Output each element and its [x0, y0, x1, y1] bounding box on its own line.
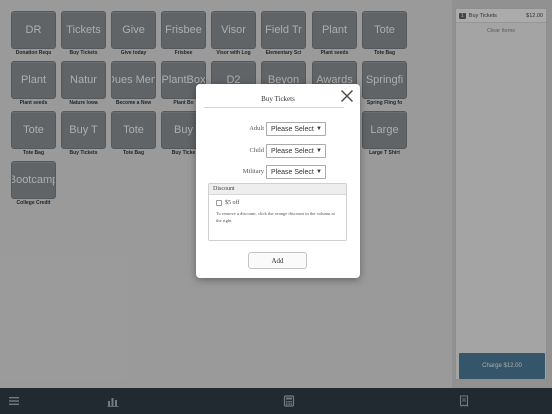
child-field-row: Child Please Select ▼	[196, 144, 360, 158]
adult-select-value: Please Select	[271, 125, 314, 133]
close-icon[interactable]	[339, 88, 355, 104]
adult-field-row: Adult Please Select ▼	[196, 122, 360, 136]
discount-option[interactable]: $5 off	[216, 200, 346, 206]
chevron-down-icon: ▼	[316, 148, 322, 154]
discount-heading: Discount	[209, 184, 346, 195]
adult-select[interactable]: Please Select ▼	[266, 122, 326, 136]
discount-option-label: $5 off	[225, 200, 240, 206]
buy-tickets-dialog: Buy Tickets Adult Please Select ▼ Child …	[196, 84, 360, 278]
child-select[interactable]: Please Select ▼	[266, 144, 326, 158]
military-field-row: Military Please Select ▼	[196, 165, 360, 179]
military-select[interactable]: Please Select ▼	[266, 165, 326, 179]
chevron-down-icon: ▼	[316, 126, 322, 132]
discount-note: To remove a discount, click the orange d…	[216, 211, 335, 223]
military-select-value: Please Select	[271, 168, 314, 176]
chevron-down-icon: ▼	[316, 169, 322, 175]
military-label: Military	[242, 168, 264, 175]
dialog-divider	[204, 107, 344, 108]
dialog-title: Buy Tickets	[261, 95, 295, 103]
add-button[interactable]: Add	[248, 252, 307, 269]
child-label: Child	[249, 147, 264, 154]
adult-label: Adult	[249, 125, 264, 132]
discount-panel: Discount $5 off To remove a discount, cl…	[208, 183, 347, 241]
discount-checkbox[interactable]	[216, 200, 222, 206]
child-select-value: Please Select	[271, 147, 314, 155]
